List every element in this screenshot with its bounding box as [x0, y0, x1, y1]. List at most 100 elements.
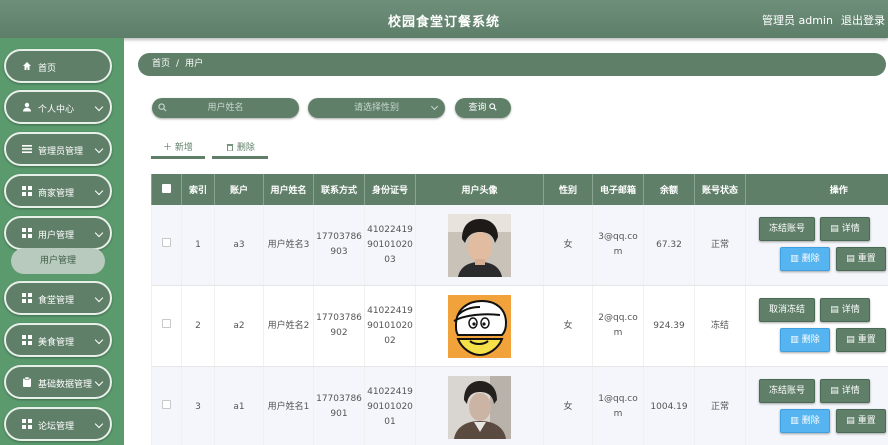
row-delete-label: 删除	[801, 416, 820, 426]
table-row: 1 a3 用户姓名3 17703786903 41022419901010200…	[151, 205, 888, 286]
freeze-button[interactable]: 冻结账号	[759, 379, 815, 403]
detail-button[interactable]: ▤ 详情	[820, 379, 870, 403]
chevron-down-icon	[94, 335, 104, 345]
row-delete-button[interactable]: ▥ 删除	[780, 328, 830, 352]
delete-button[interactable]: 删除	[226, 140, 255, 153]
grid-icon	[22, 228, 32, 238]
sidebar-item-foods[interactable]: 美食管理	[4, 323, 112, 357]
cell-email: 1@qq.com	[592, 366, 644, 445]
cell-index: 3	[181, 366, 215, 445]
table-row: 3 a1 用户姓名1 17703786901 41022419901010200…	[151, 366, 888, 445]
grid-icon	[22, 419, 32, 429]
query-label: 查询	[468, 103, 487, 113]
sidebar-item-label: 管理员管理	[38, 147, 84, 157]
row-checkbox[interactable]	[162, 399, 171, 409]
sidebar-item-label: 论坛管理	[38, 422, 75, 432]
cell-balance: 1004.19	[643, 366, 695, 445]
reset-label: 重置	[857, 416, 876, 426]
column-header: 索引	[181, 174, 215, 205]
cell-status: 冻结	[694, 285, 746, 367]
row-delete-button[interactable]: ▥ 删除	[780, 247, 830, 271]
cell-account: a1	[214, 366, 264, 445]
reset-label: 重置	[857, 335, 876, 345]
reset-button[interactable]: ▤ 重置	[836, 247, 886, 271]
plus-icon: ＋	[163, 143, 173, 153]
cell-actions: 取消冻结 ▤ 详情 ▥ 删除 ▤ 重置	[745, 285, 888, 367]
select-all-checkbox[interactable]	[162, 183, 171, 193]
doc-icon: ▤	[830, 305, 839, 315]
sidebar-item-label: 个人中心	[38, 105, 75, 115]
row-delete-button[interactable]: ▥ 删除	[780, 409, 830, 433]
cell-id-number: 410224199010102001	[364, 366, 416, 445]
sidebar-item-basic-data[interactable]: 基础数据管理	[4, 365, 112, 399]
breadcrumb-current: 用户	[185, 59, 204, 69]
logout-link[interactable]: 退出登录	[841, 12, 885, 28]
cell-avatar	[415, 285, 544, 367]
reset-label: 重置	[857, 254, 876, 264]
chevron-down-icon	[94, 228, 104, 238]
sidebar-item-profile[interactable]: 个人中心	[4, 90, 112, 124]
column-header: 用户头像	[415, 174, 544, 205]
trash-icon	[226, 144, 234, 152]
delete-underline	[212, 156, 268, 159]
trash-icon: ▥	[790, 335, 799, 345]
freeze-button[interactable]: 冻结账号	[759, 217, 815, 241]
sidebar-item-admins[interactable]: 管理员管理	[4, 132, 112, 166]
chevron-down-icon	[94, 377, 104, 387]
row-delete-label: 删除	[801, 335, 820, 345]
detail-button[interactable]: ▤ 详情	[820, 217, 870, 241]
cell-account: a2	[214, 285, 264, 367]
gender-select-placeholder: 请选择性别	[353, 103, 399, 113]
user-avatar	[448, 375, 511, 439]
sidebar-item-canteens[interactable]: 食堂管理	[4, 281, 112, 315]
list-icon	[22, 145, 32, 153]
row-checkbox[interactable]	[162, 318, 171, 328]
sidebar-item-forum[interactable]: 论坛管理	[4, 407, 112, 441]
name-search-placeholder: 用户姓名	[207, 103, 244, 113]
breadcrumb-separator: /	[176, 59, 180, 69]
query-button[interactable]: 查询	[455, 98, 511, 118]
sidebar-item-label: 商家管理	[38, 189, 75, 199]
add-button[interactable]: ＋ 新增	[163, 140, 193, 153]
sidebar-item-home[interactable]: 首页	[4, 49, 112, 83]
column-header: 账号状态	[694, 174, 746, 205]
cell-balance: 924.39	[643, 285, 695, 367]
add-underline	[151, 156, 205, 159]
row-checkbox[interactable]	[162, 237, 171, 247]
cell-phone: 17703786901	[313, 366, 365, 445]
column-header: 联系方式	[313, 174, 365, 205]
cell-index: 1	[181, 205, 215, 286]
sidebar-item-merchants[interactable]: 商家管理	[4, 174, 112, 208]
chevron-down-icon	[430, 102, 439, 111]
grid-icon	[22, 186, 32, 196]
chevron-down-icon	[94, 102, 104, 112]
doc-icon: ▤	[830, 224, 839, 234]
detail-button[interactable]: ▤ 详情	[820, 298, 870, 322]
cell-avatar	[415, 205, 544, 286]
breadcrumb-home[interactable]: 首页	[152, 59, 170, 69]
user-table: 索引 账户 用户姓名 联系方式 身份证号 用户头像 性别 电子邮箱 余额 账号状…	[151, 174, 888, 445]
doc-icon: ▤	[846, 254, 855, 264]
grid-icon	[22, 335, 32, 345]
cell-status: 正常	[694, 366, 746, 445]
name-search-input[interactable]: 用户姓名	[152, 98, 299, 118]
reset-button[interactable]: ▤ 重置	[836, 328, 886, 352]
unfreeze-button[interactable]: 取消冻结	[759, 298, 815, 322]
sidebar-subitem-users[interactable]: 用户管理	[11, 248, 105, 274]
reset-button[interactable]: ▤ 重置	[836, 409, 886, 433]
cell-email: 2@qq.com	[592, 285, 644, 367]
gender-select[interactable]: 请选择性别	[308, 98, 445, 118]
cell-phone: 17703786903	[313, 205, 365, 286]
column-header: 身份证号	[364, 174, 416, 205]
cell-account: a3	[214, 205, 264, 286]
cell-gender: 女	[543, 285, 593, 367]
cell-id-number: 410224199010102002	[364, 285, 416, 367]
cell-name: 用户姓名1	[263, 366, 314, 445]
cell-balance: 67.32	[643, 205, 695, 286]
sidebar-item-users[interactable]: 用户管理	[4, 216, 112, 250]
cell-phone: 17703786902	[313, 285, 365, 367]
column-header: 性别	[543, 174, 593, 205]
table-row: 2 a2 用户姓名2 17703786902 41022419901010200…	[151, 285, 888, 367]
cell-id-number: 410224199010102003	[364, 205, 416, 286]
chevron-down-icon	[94, 144, 104, 154]
